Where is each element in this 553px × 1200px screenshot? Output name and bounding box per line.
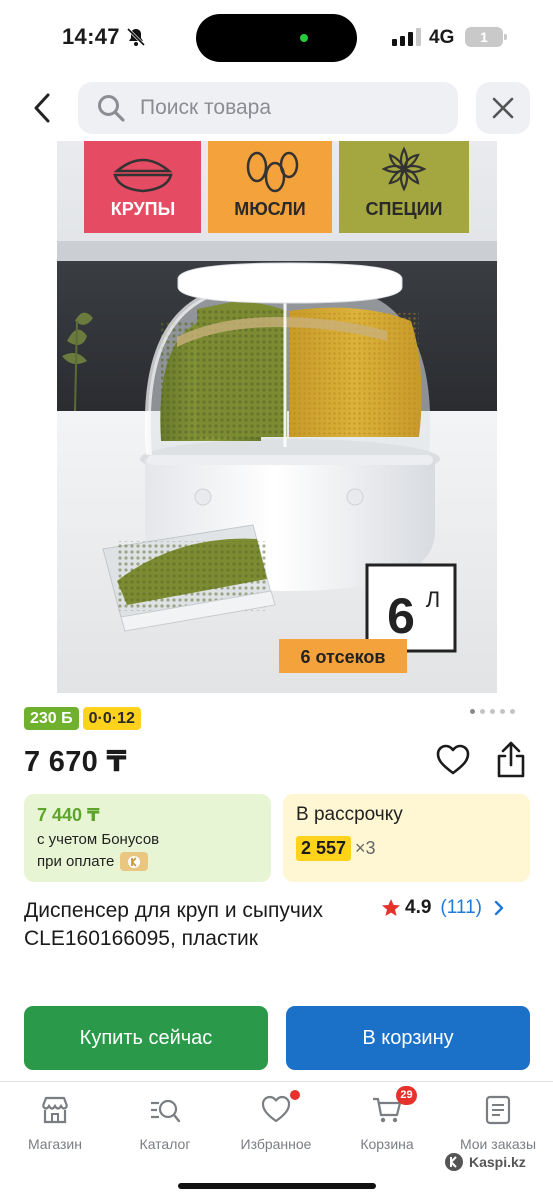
nav-divider bbox=[0, 1081, 553, 1082]
bell-muted-icon bbox=[126, 27, 146, 47]
bonus-price-caption: с учетом Бонусов bbox=[37, 831, 160, 848]
nav-item-orders[interactable]: Мои заказы bbox=[448, 1094, 548, 1152]
gallery-dot bbox=[500, 709, 505, 714]
nav-label-orders: Мои заказы bbox=[459, 1136, 537, 1152]
promo-badges: 230 Б 0·0·12 bbox=[24, 707, 141, 730]
close-icon bbox=[492, 97, 514, 119]
bonus-payment-caption: при оплате bbox=[37, 853, 115, 870]
orders-icon bbox=[485, 1095, 511, 1125]
nav-item-favorites[interactable]: Избранное bbox=[226, 1090, 326, 1152]
cart-icon-wrap: 29 bbox=[371, 1086, 417, 1126]
add-to-cart-button[interactable]: В корзину bbox=[286, 1006, 530, 1070]
bonus-badge: 230 Б bbox=[24, 707, 79, 730]
nav-label-favorites: Избранное bbox=[240, 1136, 312, 1152]
share-icon[interactable] bbox=[494, 741, 528, 779]
product-photo-illustration: КРУПЫ МЮСЛИ СПЕЦИИ 6 Л 6 отсеков bbox=[57, 141, 497, 693]
installment-amount: 2 557 bbox=[296, 836, 352, 861]
gallery-dot bbox=[480, 709, 485, 714]
volume-number: 6 bbox=[387, 588, 415, 644]
chevron-right-icon bbox=[494, 900, 504, 916]
camera-indicator-dot bbox=[300, 34, 308, 42]
signal-strength-icon bbox=[392, 28, 421, 46]
catalog-search-icon bbox=[151, 1099, 181, 1123]
back-button[interactable] bbox=[22, 86, 62, 130]
close-button[interactable] bbox=[476, 82, 530, 134]
nav-item-cart[interactable]: 29 Корзина bbox=[337, 1086, 437, 1152]
gallery-pagination bbox=[470, 709, 515, 714]
image-label-spices: СПЕЦИИ bbox=[366, 199, 443, 219]
product-title: Диспенсер для круп и сыпучих CLE16016609… bbox=[24, 899, 324, 950]
installment-multiplier: ×3 bbox=[355, 838, 376, 858]
gallery-dot bbox=[510, 709, 515, 714]
installment-card[interactable]: В рассрочку 2 557 ×3 bbox=[283, 794, 530, 882]
nav-label-catalog: Каталог bbox=[139, 1136, 191, 1152]
product-rating[interactable]: 4.9 (111) bbox=[381, 897, 506, 919]
star-icon bbox=[382, 899, 400, 916]
kaspi-logo-icon bbox=[445, 1153, 463, 1171]
reviews-count[interactable]: (111) bbox=[440, 897, 482, 919]
gallery-dot bbox=[490, 709, 495, 714]
installment-badge: 0·0·12 bbox=[82, 707, 141, 730]
buy-now-button[interactable]: Купить сейчас bbox=[24, 1006, 268, 1070]
volume-unit: Л bbox=[426, 587, 440, 612]
status-bar: 14:47 4G 1 bbox=[0, 0, 553, 74]
image-label-grains: КРУПЫ bbox=[111, 199, 176, 219]
product-image[interactable]: КРУПЫ МЮСЛИ СПЕЦИИ 6 Л 6 отсеков bbox=[57, 141, 497, 693]
search-input[interactable] bbox=[140, 96, 440, 120]
chevron-left-icon bbox=[34, 93, 50, 123]
nav-label-cart: Корзина bbox=[360, 1136, 414, 1152]
bonus-price-value: 7 440 ₸ bbox=[37, 805, 100, 825]
compartments-label: 6 отсеков bbox=[301, 647, 386, 667]
kaspi-pay-icon bbox=[120, 852, 149, 871]
network-type: 4G bbox=[429, 27, 455, 48]
watermark-text: Kaspi.kz bbox=[469, 1154, 526, 1170]
heart-icon bbox=[261, 1095, 291, 1123]
rating-score: 4.9 bbox=[405, 897, 432, 918]
heart-icon[interactable] bbox=[436, 744, 470, 776]
bonus-price-card[interactable]: 7 440 ₸ с учетом Бонусов при оплате bbox=[24, 794, 271, 882]
kaspi-watermark: Kaspi.kz bbox=[444, 1152, 526, 1172]
gallery-dot bbox=[470, 709, 475, 714]
product-price: 7 670 ₸ bbox=[24, 746, 127, 778]
home-indicator[interactable] bbox=[178, 1183, 376, 1189]
installment-label: В рассрочку bbox=[296, 804, 403, 825]
nav-item-shop[interactable]: Магазин bbox=[5, 1094, 105, 1152]
favorites-icon-wrap bbox=[260, 1090, 300, 1126]
store-icon bbox=[41, 1096, 69, 1124]
status-time: 14:47 bbox=[62, 24, 120, 49]
cart-count-badge: 29 bbox=[396, 1086, 417, 1105]
notification-dot bbox=[290, 1090, 300, 1100]
nav-item-catalog[interactable]: Каталог bbox=[115, 1094, 215, 1152]
battery-icon: 1 bbox=[465, 27, 507, 47]
nav-label-shop: Магазин bbox=[27, 1136, 82, 1152]
image-label-muesli: МЮСЛИ bbox=[234, 199, 305, 219]
dynamic-island bbox=[196, 14, 357, 62]
search-field[interactable] bbox=[78, 82, 458, 134]
search-icon bbox=[98, 95, 125, 122]
